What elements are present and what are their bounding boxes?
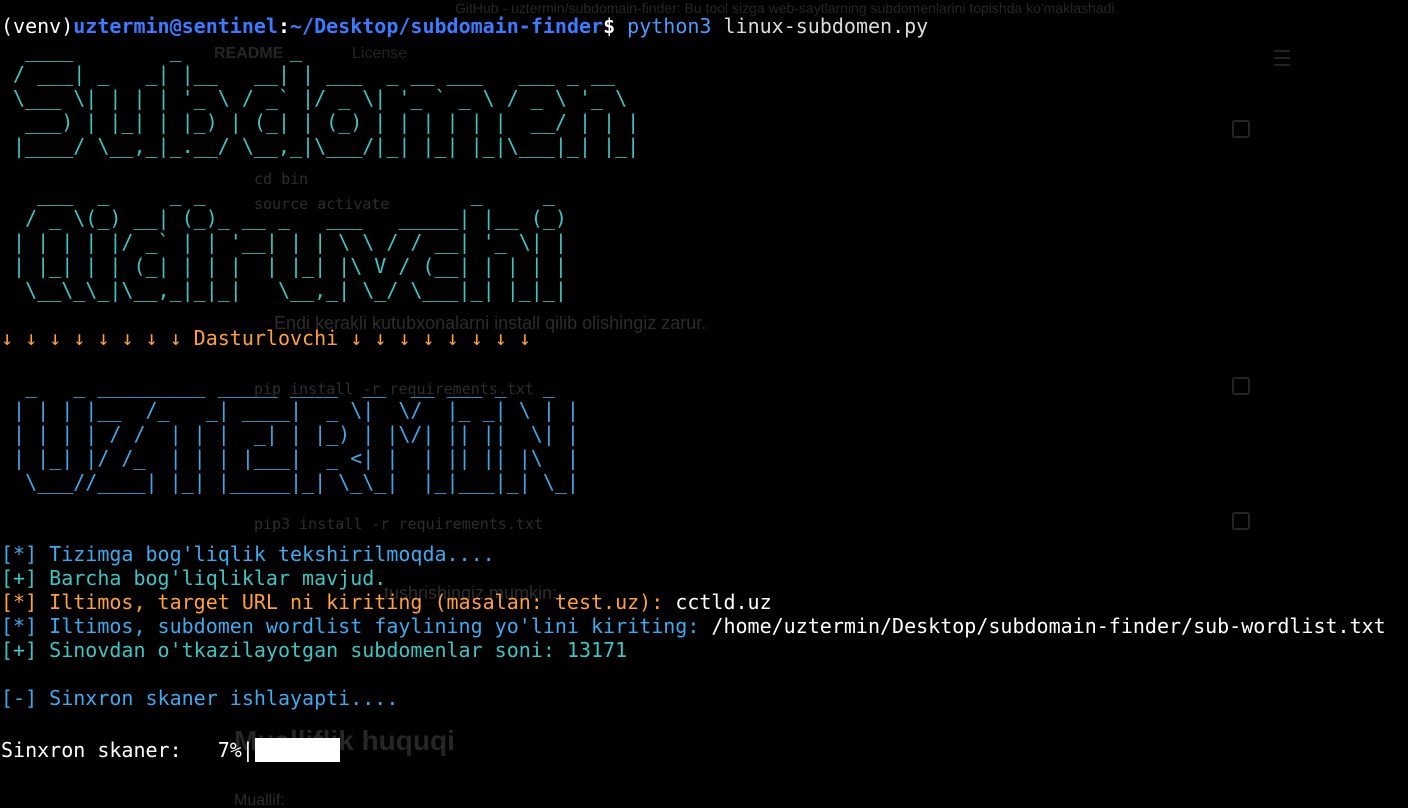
status-subdomain-count: [+] Sinovdan o'tkazilayotgan subdomenlar… bbox=[1, 638, 1408, 662]
ascii-art-line: \__\_\_|\__,_|_|_| \__,_| \_/ \___|_| |_… bbox=[1, 278, 567, 302]
status-prefix: [*] bbox=[1, 614, 38, 638]
developer-line: ↓ ↓ ↓ ↓ ↓ ↓ ↓ ↓ Dasturlovchi ↓ ↓ ↓ ↓ ↓ ↓… bbox=[1, 326, 531, 350]
prompt-colon: : bbox=[277, 14, 290, 38]
ascii-art-line: / _ \(_) __| (_)_ __ _ ___ _____| |__ (_… bbox=[1, 206, 567, 230]
prompt-dollar: $ bbox=[603, 14, 628, 38]
status-check-dependencies: [*] Tizimga bog'liqlik tekshirilmoqda...… bbox=[1, 542, 1408, 566]
banner-uztermin: _ _ _________ _____ ____ __ __ ___ _ _ |… bbox=[1, 374, 1408, 494]
banner-qidiruvchi: ___ _ _ _ _ _ / _ \(_) __| (_)_ __ _ ___… bbox=[1, 182, 1408, 302]
command-prompt-line: (venv)uztermin@sentinel:~/Desktop/subdom… bbox=[1, 14, 1408, 38]
prompt-text: Iltimos, subdomen wordlist faylining yo'… bbox=[37, 614, 712, 638]
banner-subdomen: ____ _ _ / ___| _ _| |__ __| | ___ _ __ … bbox=[1, 38, 1408, 158]
target-url-input[interactable]: cctld.uz bbox=[675, 590, 771, 614]
status-prefix: [+] bbox=[1, 566, 38, 590]
status-prefix: [*] bbox=[1, 542, 38, 566]
target-url-prompt: [*] Iltimos, target URL ni kiriting (mas… bbox=[1, 590, 1408, 614]
prompt-venv: (venv) bbox=[1, 14, 74, 38]
status-text: Tizimga bog'liqlik tekshirilmoqda.... bbox=[37, 542, 495, 566]
ascii-art-line: | | | | |/ _` | | '__| | | \ \ / / __| '… bbox=[1, 230, 567, 254]
prompt-text: Iltimos, target URL ni kiriting (masalan… bbox=[37, 590, 676, 614]
scan-progress: Sinxron skaner: 7%| bbox=[1, 738, 1408, 762]
wordlist-prompt: [*] Iltimos, subdomen wordlist faylining… bbox=[1, 614, 1408, 638]
ascii-art-line: _ _ _________ _____ ____ __ __ ___ _ _ bbox=[1, 374, 567, 398]
ascii-art-line: |____/ \__,_|_.__/ \__,_|\___/|_| |_| |_… bbox=[1, 134, 640, 158]
terminal-output[interactable]: (venv)uztermin@sentinel:~/Desktop/subdom… bbox=[0, 0, 1408, 808]
ascii-art-line: \___ \| | | | '_ \ / _` |/ _ \| '_ ` _ \… bbox=[1, 86, 640, 110]
status-scanner-running: [-] Sinxron skaner ishlayapti.... bbox=[1, 686, 1408, 710]
status-dependencies-ok: [+] Barcha bog'liqliklar mavjud. bbox=[1, 566, 1408, 590]
ascii-art-line: | |_| |/ /_ | | | |___| _ <| | | || || |… bbox=[1, 446, 579, 470]
ascii-art-line: | | | |__ /_ _| ____| _ \| \/ |_ _| \ | … bbox=[1, 398, 579, 422]
status-text: Barcha bog'liqliklar mavjud. bbox=[37, 566, 387, 590]
command-argument: linux-subdomen.py bbox=[723, 14, 929, 38]
ascii-art-line: ____ _ _ bbox=[1, 38, 640, 62]
status-prefix: [+] bbox=[1, 638, 38, 662]
wordlist-path-input[interactable]: /home/uztermin/Desktop/subdomain-finder/… bbox=[711, 614, 1385, 638]
command-binary: python3 bbox=[627, 14, 712, 38]
progress-label: Sinxron skaner: 7%| bbox=[1, 738, 254, 762]
ascii-art-line: ___ _ _ _ _ _ bbox=[1, 182, 567, 206]
status-text: Sinxron skaner ishlayapti.... bbox=[37, 686, 399, 710]
ascii-art-line: | |_| | | (_| | | | | |_| |\ V / (__| | … bbox=[1, 254, 567, 278]
ascii-art-line: | | | | / / | | | _| | |_) | |\/| || || … bbox=[1, 422, 579, 446]
progress-bar-fill bbox=[254, 738, 340, 762]
ascii-art-line: ___) | |_| | |_) | (_| | (_) | | | | | |… bbox=[1, 110, 640, 134]
status-text: Sinovdan o'tkazilayotgan subdomenlar son… bbox=[37, 638, 628, 662]
ascii-art-line: \___//____| |_| |_____|_| \_\_| |_|___|_… bbox=[1, 470, 579, 494]
prompt-user-host: uztermin@sentinel bbox=[73, 14, 278, 38]
status-prefix: [*] bbox=[1, 590, 38, 614]
status-prefix: [-] bbox=[1, 686, 38, 710]
prompt-path: ~/Desktop/subdomain-finder bbox=[290, 14, 604, 38]
ascii-art-line: / ___| _ _| |__ __| | ___ _ __ ___ ___ _… bbox=[1, 62, 640, 86]
